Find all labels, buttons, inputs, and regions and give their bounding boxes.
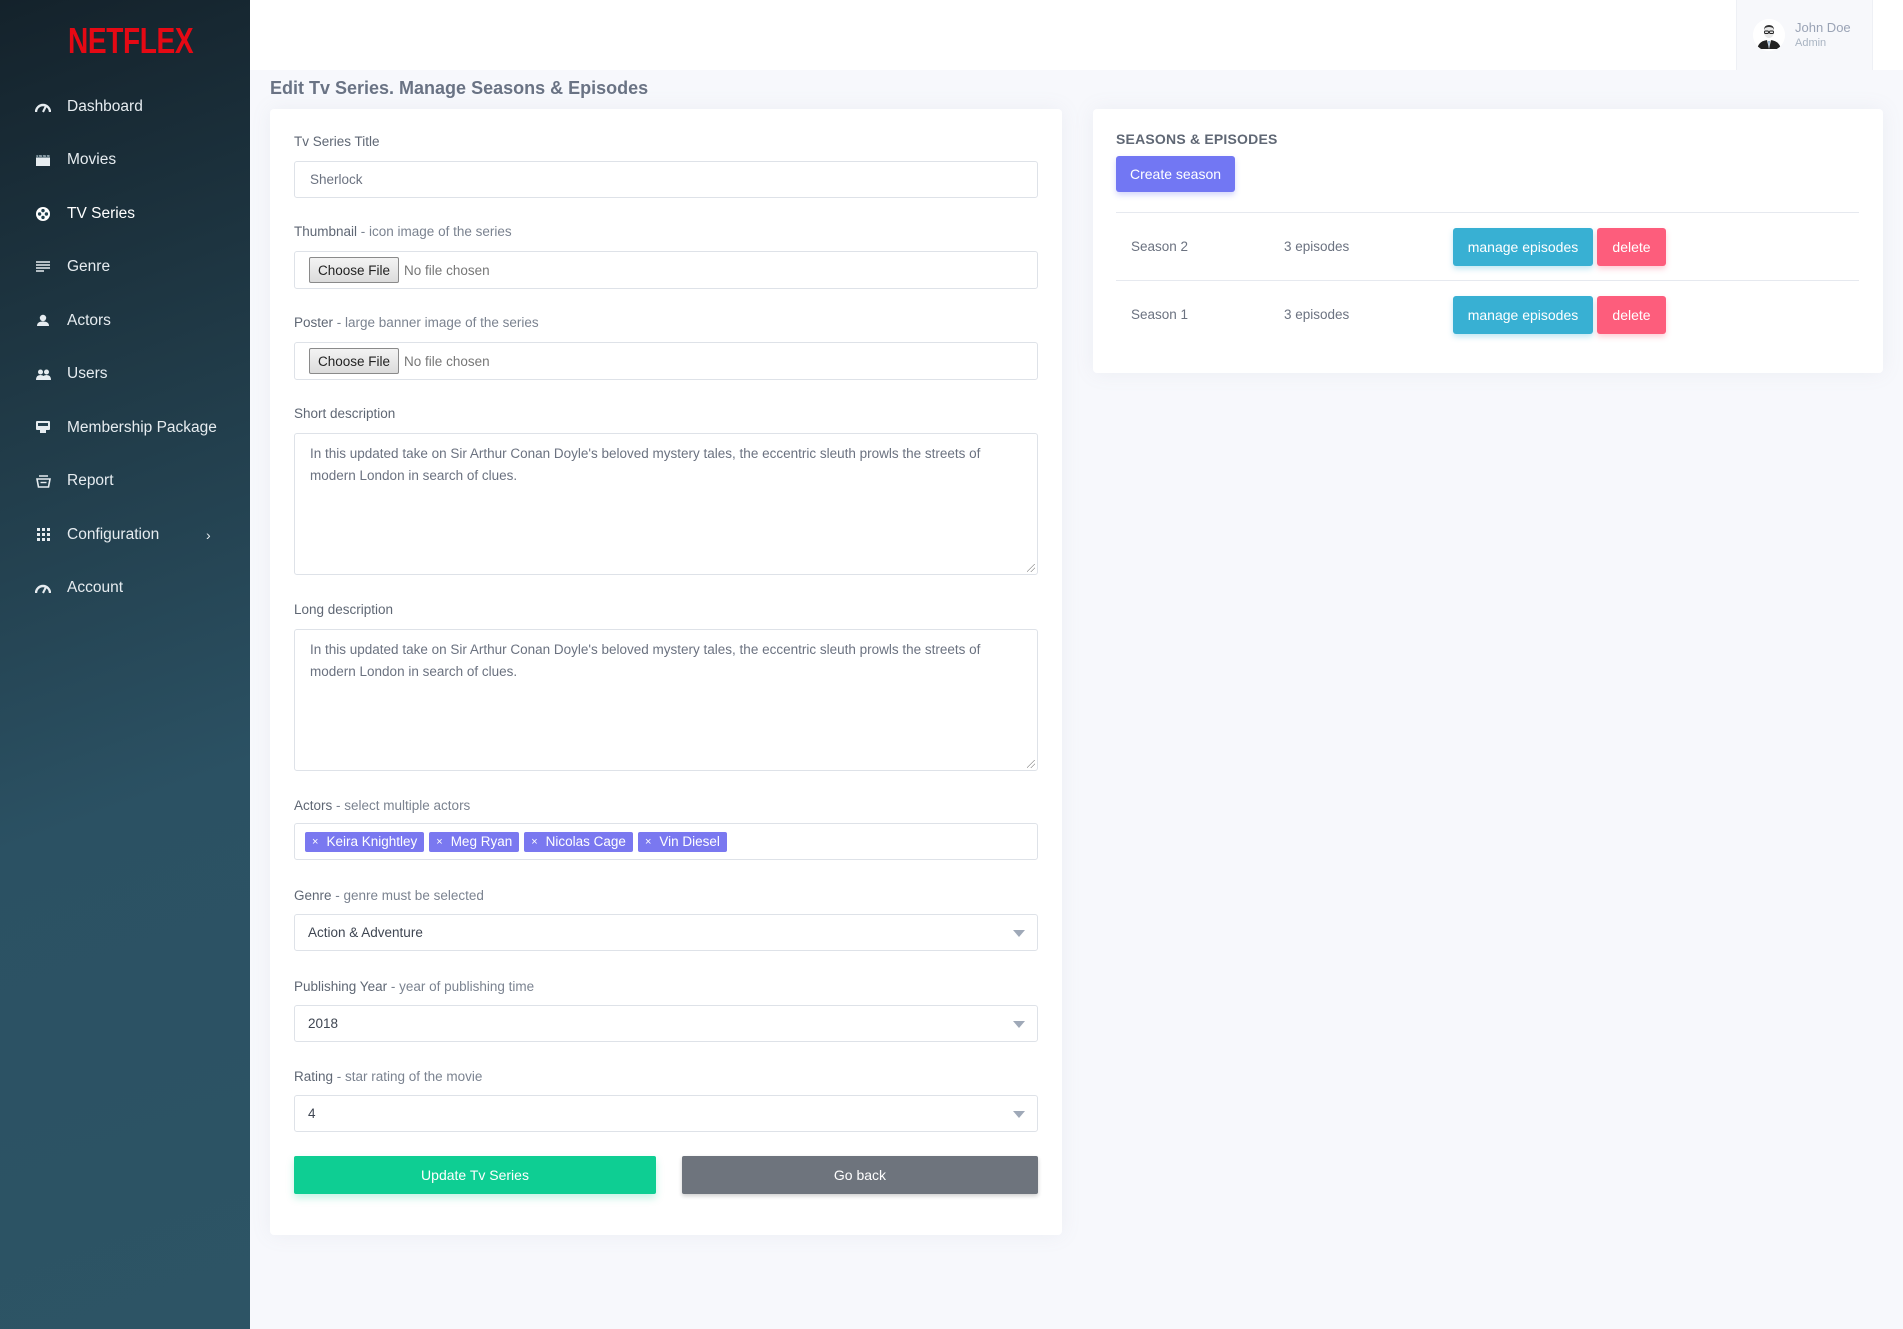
episode-count: 3 episodes (1284, 239, 1350, 254)
sidebar-item-label: Actors (67, 311, 111, 329)
person-icon (35, 313, 51, 329)
edit-series-form: Tv Series Title Sherlock Thumbnail - ico… (270, 109, 1062, 1235)
delete-season-button[interactable]: delete (1597, 295, 1666, 334)
thumbnail-file-status: No file chosen (404, 262, 490, 278)
short-description-textarea[interactable]: In this updated take on Sir Arthur Conan… (294, 433, 1038, 575)
film-reel-icon (35, 206, 51, 222)
page-title: Edit Tv Series. Manage Seasons & Episode… (270, 78, 649, 98)
avatar (1753, 19, 1785, 51)
caret-down-icon (1013, 930, 1025, 937)
sidebar-item-label: Users (67, 365, 108, 383)
users-icon (35, 366, 51, 382)
chevron-right-icon[interactable]: › (206, 527, 211, 543)
sidebar-item-label: Report (67, 472, 114, 490)
caret-down-icon (1013, 1021, 1025, 1028)
long-description-label: Long description (294, 602, 394, 617)
year-select[interactable]: 2018 (294, 1005, 1038, 1042)
short-description-label: Short description (294, 406, 396, 421)
user-name: John Doe (1795, 20, 1851, 35)
sidebar-item-tv-series[interactable]: TV Series (0, 187, 250, 241)
user-role: Admin (1795, 37, 1827, 49)
sidebar-item-configuration[interactable]: Configuration › (0, 508, 250, 562)
sidebar-item-label: Account (67, 579, 124, 597)
manage-episodes-button[interactable]: manage episodes (1453, 227, 1593, 266)
delete-season-button[interactable]: delete (1597, 227, 1666, 266)
season-row: Season 1 3 episodes manage episodes dele… (1116, 280, 1859, 348)
season-row: Season 2 3 episodes manage episodes dele… (1116, 212, 1859, 280)
series-title-input[interactable]: Sherlock (294, 161, 1038, 198)
gauge-icon (35, 580, 51, 596)
sidebar: NETFLEX Dashboard Movies TV Series Genre (0, 0, 250, 1329)
actor-tag[interactable]: × Meg Ryan (429, 831, 520, 852)
poster-label: Poster - large banner image of the serie… (294, 315, 539, 330)
sidebar-item-label: Configuration (67, 525, 160, 543)
season-name: Season 1 (1131, 307, 1189, 322)
sidebar-item-label: TV Series (67, 204, 136, 222)
user-menu[interactable]: John Doe Admin (1736, 0, 1873, 70)
title-label: Tv Series Title (294, 134, 380, 149)
user-info: John Doe Admin (1795, 20, 1851, 50)
remove-tag-icon[interactable]: × (312, 836, 318, 848)
update-series-button[interactable]: Update Tv Series (294, 1156, 656, 1194)
actors-multiselect[interactable]: × Keira Knightley × Meg Ryan × Nicolas Cage… (294, 823, 1038, 860)
topbar (250, 0, 1903, 70)
go-back-button[interactable]: Go back (682, 1156, 1038, 1194)
sidebar-item-users[interactable]: Users (0, 348, 250, 402)
basket-icon (35, 473, 51, 489)
season-name: Season 2 (1131, 239, 1189, 254)
sidebar-item-label: Movies (67, 151, 117, 169)
rating-select[interactable]: 4 (294, 1095, 1038, 1132)
seasons-panel: SEASONS & EPISODES Create season Season … (1093, 109, 1883, 373)
poster-choose-file-button[interactable]: Choose File (309, 348, 400, 374)
sidebar-item-genre[interactable]: Genre (0, 241, 250, 295)
sidebar-item-dashboard[interactable]: Dashboard (0, 80, 250, 134)
resize-handle-icon[interactable] (1027, 760, 1035, 768)
year-label: Publishing Year - year of publishing tim… (294, 979, 535, 994)
remove-tag-icon[interactable]: × (531, 836, 537, 848)
clapperboard-icon (35, 152, 51, 168)
sidebar-item-label: Membership Package (67, 418, 217, 436)
resize-handle-icon[interactable] (1027, 564, 1035, 572)
list-lines-icon (35, 259, 51, 275)
rating-label: Rating - star rating of the movie (294, 1069, 483, 1084)
long-description-textarea[interactable]: In this updated take on Sir Arthur Conan… (294, 629, 1038, 771)
genre-label: Genre - genre must be selected (294, 888, 484, 903)
manage-episodes-button[interactable]: manage episodes (1453, 295, 1593, 334)
poster-file-status: No file chosen (404, 353, 490, 369)
remove-tag-icon[interactable]: × (436, 836, 442, 848)
sidebar-item-account[interactable]: Account (0, 562, 250, 616)
actor-tag[interactable]: × Nicolas Cage (524, 831, 633, 852)
brand-logo[interactable]: NETFLEX (68, 20, 194, 62)
genre-select[interactable]: Action & Adventure (294, 914, 1038, 951)
sidebar-item-movies[interactable]: Movies (0, 134, 250, 188)
sidebar-item-membership-package[interactable]: Membership Package (0, 401, 250, 455)
actor-tag[interactable]: × Keira Knightley (305, 831, 425, 852)
sidebar-item-actors[interactable]: Actors (0, 294, 250, 348)
sidebar-item-label: Genre (67, 258, 111, 276)
monitor-icon (35, 420, 51, 436)
thumbnail-file-input: Choose File No file chosen (294, 251, 1038, 289)
sidebar-item-report[interactable]: Report (0, 455, 250, 509)
remove-tag-icon[interactable]: × (645, 836, 651, 848)
seasons-title: SEASONS & EPISODES (1116, 131, 1278, 147)
thumbnail-choose-file-button[interactable]: Choose File (309, 257, 400, 283)
caret-down-icon (1013, 1111, 1025, 1118)
grid-dots-icon (35, 527, 51, 543)
actors-label: Actors - select multiple actors (294, 798, 471, 813)
episode-count: 3 episodes (1284, 307, 1350, 322)
actor-tag[interactable]: × Vin Diesel (637, 831, 727, 852)
poster-file-input: Choose File No file chosen (294, 342, 1038, 380)
create-season-button[interactable]: Create season (1116, 156, 1235, 192)
sidebar-nav: Dashboard Movies TV Series Genre Actors (0, 80, 250, 615)
gauge-icon (35, 99, 51, 115)
thumbnail-label: Thumbnail - icon image of the series (294, 224, 512, 239)
sidebar-item-label: Dashboard (67, 97, 143, 115)
user-avatar-icon (1753, 19, 1785, 51)
